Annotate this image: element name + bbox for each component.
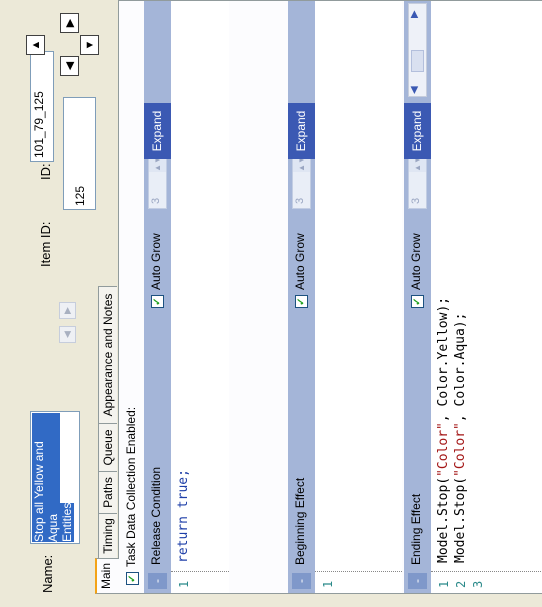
line-number: 1: [321, 580, 335, 588]
line-number: 1: [437, 580, 451, 588]
line-number: 3: [471, 580, 485, 588]
task-data-label: Task Data Collection Enabled:: [124, 406, 138, 567]
expand-beginning-button[interactable]: Expand: [288, 103, 315, 159]
section-title-ending: Ending Effect: [409, 493, 423, 565]
expand-release-button[interactable]: Expand: [144, 103, 171, 159]
collapse-beginning-button[interactable]: -: [292, 573, 311, 589]
rotated-stage: Name: Stop all Yellow and Aqua Entities …: [0, 0, 542, 607]
checkmark-icon: ✓: [152, 297, 163, 306]
tab-queue[interactable]: Queue: [98, 423, 117, 472]
scroll-left-icon: ◀: [409, 86, 420, 94]
tab-appearance-notes[interactable]: Appearance and Notes: [98, 286, 117, 424]
line-number: 2: [454, 580, 468, 588]
lines-ending-value: 3: [410, 197, 422, 204]
arrow-right-icon: ▶: [64, 18, 76, 28]
code-token: Model.Stop(: [436, 476, 451, 563]
collapse-release-button[interactable]: -: [148, 573, 167, 589]
arrow-left-icon: ◀: [64, 61, 76, 71]
line-number: 1: [177, 580, 191, 588]
main-tab-panel: ✓ Task Data Collection Enabled: - Releas…: [118, 0, 542, 594]
nav-right-button[interactable]: ▼: [80, 35, 99, 55]
name-listbox[interactable]: Stop all Yellow and Aqua Entities: [30, 411, 80, 544]
scroll-right-icon: ▶: [62, 307, 72, 314]
item-id-label: Item ID:: [38, 221, 53, 267]
section-bar-ending: - Ending Effect ✓ Auto Grow 3 ▲▼ Expand …: [404, 1, 431, 593]
code-token: Model.Stop(: [453, 476, 468, 563]
section-title-release: Release Condition: [149, 466, 163, 565]
scroll-left-icon: ◀: [62, 331, 72, 338]
scroll-right-button[interactable]: ▶: [59, 302, 76, 319]
section-bar-release: - Release Condition ✓ Auto Grow 3 ▲▼ Exp…: [144, 1, 171, 593]
name-line-1: Stop all Yellow and Aqua: [32, 413, 60, 542]
nav-left-button[interactable]: ▲: [26, 35, 45, 55]
string-literal: "Color": [453, 422, 468, 477]
collapse-ending-button[interactable]: -: [408, 573, 427, 589]
checkmark-icon: ✓: [296, 297, 307, 306]
code-line: Model.Stop("Color", Color.Aqua);: [453, 313, 468, 563]
lines-beginning-value: 3: [294, 197, 306, 204]
auto-grow-ending-label: Auto Grow: [409, 233, 423, 290]
code-line: return true;: [176, 469, 191, 563]
tab-timing[interactable]: Timing: [98, 513, 117, 559]
checkmark-icon: ✓: [412, 297, 423, 306]
arrow-up-icon: ▲: [29, 39, 42, 51]
checkmark-icon: ✓: [127, 574, 138, 583]
scroll-left-button[interactable]: ◀: [59, 326, 76, 343]
section-bar-beginning: - Beginning Effect ✓ Auto Grow 3 ▲▼ Expa…: [288, 1, 315, 593]
scroll-thumb[interactable]: [411, 50, 424, 72]
expand-ending-button[interactable]: Expand: [404, 103, 431, 159]
lines-release-value: 3: [150, 197, 162, 204]
editor-ending[interactable]: 1 2 3 Model.Stop("Color", Color.Yellow);…: [431, 1, 542, 593]
auto-grow-release-checkbox[interactable]: ✓: [151, 295, 164, 308]
auto-grow-beginning-label: Auto Grow: [293, 233, 307, 290]
string-literal: "Color": [436, 422, 451, 477]
tab-main[interactable]: Main: [95, 558, 119, 594]
auto-grow-beginning-checkbox[interactable]: ✓: [295, 295, 308, 308]
auto-grow-release-label: Auto Grow: [149, 233, 163, 290]
editor-release[interactable]: 1 return true;: [171, 1, 229, 593]
name-line-2: Entities: [60, 502, 74, 542]
id-label: ID:: [38, 163, 53, 180]
section-title-beginning: Beginning Effect: [293, 477, 307, 565]
lines-beginning-spinner[interactable]: 3 ▲▼: [292, 155, 311, 209]
arrow-down-icon: ▼: [83, 39, 96, 51]
item-id-field[interactable]: 125: [63, 97, 96, 210]
tab-paths[interactable]: Paths: [98, 471, 117, 514]
id-field[interactable]: 101_79_125: [30, 51, 54, 162]
code-line: Model.Stop("Color", Color.Yellow);: [436, 297, 451, 563]
lines-ending-spinner[interactable]: 3 ▲▼: [408, 155, 427, 209]
nav-down-button[interactable]: ◀: [60, 56, 79, 76]
lines-release-spinner[interactable]: 3 ▲▼: [148, 155, 167, 209]
section-scrollbar[interactable]: ◀ ▶: [408, 3, 427, 97]
scroll-right-icon: ▶: [409, 10, 420, 18]
auto-grow-ending-checkbox[interactable]: ✓: [411, 295, 424, 308]
code-token: , Color.Aqua);: [453, 312, 468, 423]
code-token: , Color.Yellow);: [436, 296, 451, 423]
nav-up-button[interactable]: ▶: [60, 13, 79, 33]
task-data-checkbox[interactable]: ✓: [126, 572, 139, 585]
editor-beginning[interactable]: 1: [315, 1, 402, 593]
name-label: Name:: [40, 554, 55, 593]
